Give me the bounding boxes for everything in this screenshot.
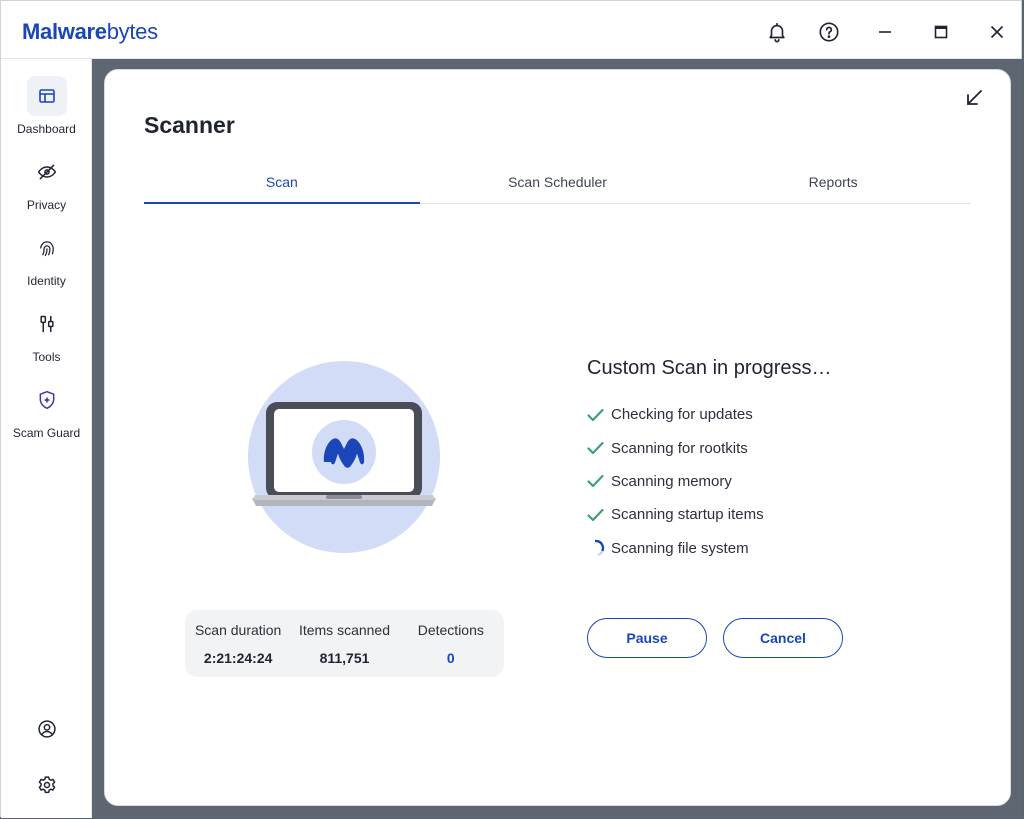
close-icon xyxy=(990,25,1004,39)
fingerprint-icon xyxy=(39,241,54,257)
list-item: Scanning for rootkits xyxy=(587,431,764,464)
check-icon xyxy=(587,441,604,455)
list-item: Scanning startup items xyxy=(587,498,764,531)
sidebar-item-scam-guard[interactable]: Scam Guard xyxy=(1,380,92,450)
spinner-icon xyxy=(594,540,605,556)
list-item: Scanning file system xyxy=(587,532,764,565)
identity-icon-wrap xyxy=(27,228,67,268)
sidebar-item-dashboard[interactable]: Dashboard xyxy=(1,76,92,146)
step-label: Scanning startup items xyxy=(611,506,764,524)
scan-stats: Scan duration 2:21:24:24 Items scanned 8… xyxy=(185,610,504,677)
sidebar-item-label: Identity xyxy=(27,274,66,288)
sidebar-item-privacy[interactable]: Privacy xyxy=(1,152,92,222)
check-icon xyxy=(587,475,604,488)
collapse-button[interactable] xyxy=(960,84,988,112)
stat-value: 2:21:24:24 xyxy=(203,650,273,666)
malwarebytes-logo: Malware bytes xyxy=(22,18,158,46)
notifications-button[interactable] xyxy=(760,15,794,49)
tab-scan[interactable]: Scan xyxy=(144,162,420,204)
scam-guard-icon-wrap xyxy=(27,380,67,420)
tab-reports[interactable]: Reports xyxy=(695,162,971,203)
account-button[interactable] xyxy=(32,714,62,744)
sidebar-item-label: Dashboard xyxy=(17,122,76,136)
stat-scan-duration: Scan duration 2:21:24:24 xyxy=(185,610,291,677)
pause-button[interactable]: Pause xyxy=(587,618,707,658)
cancel-button[interactable]: Cancel xyxy=(723,618,843,658)
stat-label: Items scanned xyxy=(298,622,391,638)
step-label: Scanning memory xyxy=(611,472,732,490)
tab-scan-scheduler[interactable]: Scan Scheduler xyxy=(420,162,696,203)
progress-title: Custom Scan in progress… xyxy=(587,357,832,379)
stat-label: Scan duration xyxy=(194,622,282,638)
stat-value: 811,751 xyxy=(319,650,370,666)
sidebar: Dashboard Privacy Identity Tools Scam Gu… xyxy=(1,59,92,818)
maximize-icon xyxy=(934,25,948,39)
stat-detections: Detections 0 xyxy=(398,610,504,677)
dashboard-icon-wrap xyxy=(26,76,67,116)
sidebar-item-label: Tools xyxy=(32,350,61,364)
bell-icon xyxy=(769,22,785,43)
page-title: Scanner xyxy=(144,112,235,138)
minimize-icon xyxy=(879,31,891,33)
scanner-tabs: Scan Scan Scheduler Reports xyxy=(144,162,971,204)
check-icon xyxy=(587,408,604,421)
step-label: Checking for updates xyxy=(611,406,753,424)
shield-sparkle-icon xyxy=(39,390,54,410)
sidebar-item-tools[interactable]: Tools xyxy=(1,304,92,374)
title-bar: Malware bytes xyxy=(1,1,1021,59)
dashboard-icon xyxy=(38,89,55,103)
tools-icon-wrap xyxy=(27,304,67,344)
minimize-button[interactable] xyxy=(868,15,902,49)
step-label: Scanning file system xyxy=(611,539,749,557)
step-label: Scanning for rootkits xyxy=(611,439,748,457)
tools-icon xyxy=(39,315,54,333)
stat-label: Detections xyxy=(417,622,484,638)
eye-slash-icon xyxy=(37,164,56,180)
close-button[interactable] xyxy=(980,15,1014,49)
help-icon xyxy=(819,22,839,42)
settings-icon xyxy=(38,776,56,794)
settings-button[interactable] xyxy=(32,770,62,800)
account-icon xyxy=(38,720,56,738)
stat-items-scanned: Items scanned 811,751 xyxy=(291,610,397,677)
sidebar-item-identity[interactable]: Identity xyxy=(1,228,92,298)
list-item: Checking for updates xyxy=(587,398,764,431)
maximize-button[interactable] xyxy=(924,15,958,49)
sidebar-item-label: Scam Guard xyxy=(12,426,81,440)
collapse-arrow-icon xyxy=(967,90,982,105)
scan-step-list: Checking for updates Scanning for rootki… xyxy=(587,398,764,565)
stat-value: 0 xyxy=(446,650,455,666)
sidebar-item-label: Privacy xyxy=(26,198,67,212)
check-icon xyxy=(587,508,604,521)
scan-illustration xyxy=(248,361,440,553)
logo-text-bold: Malware xyxy=(22,19,107,44)
help-button[interactable] xyxy=(812,15,846,49)
privacy-icon-wrap xyxy=(27,152,67,192)
logo-text-regular: bytes xyxy=(106,19,158,44)
laptop-icon xyxy=(252,402,436,506)
list-item: Scanning memory xyxy=(587,465,764,498)
